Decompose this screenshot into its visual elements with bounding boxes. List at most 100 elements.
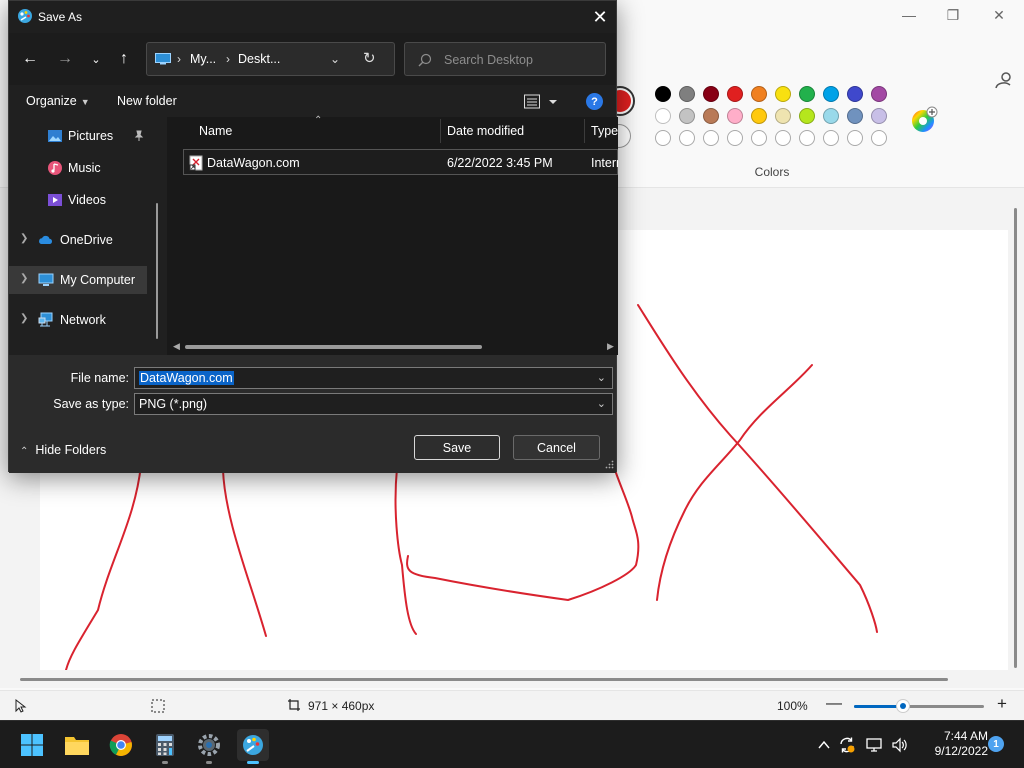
- breadcrumb-desktop[interactable]: Deskt...: [238, 52, 280, 66]
- nav-item-pictures[interactable]: Pictures: [9, 122, 147, 150]
- zoom-slider-thumb[interactable]: [896, 699, 911, 713]
- sync-icon[interactable]: [838, 736, 856, 754]
- expand-chevron-icon[interactable]: ❯: [20, 233, 28, 244]
- custom-color-slot[interactable]: [847, 130, 863, 146]
- nav-item-videos[interactable]: Videos: [9, 186, 147, 214]
- custom-color-slot[interactable]: [655, 130, 671, 146]
- horizontal-scrollbar[interactable]: [20, 678, 948, 681]
- zoom-in-button[interactable]: +: [997, 694, 1007, 714]
- nav-item-my-computer[interactable]: ❯ My Computer: [9, 266, 147, 294]
- dialog-close-button[interactable]: ✕: [584, 1, 616, 33]
- taskbar-chrome[interactable]: [105, 729, 137, 761]
- close-button[interactable]: ✕: [976, 0, 1022, 30]
- color-swatch[interactable]: [655, 108, 671, 124]
- custom-color-slot[interactable]: [703, 130, 719, 146]
- chevron-down-icon[interactable]: ⌄: [597, 397, 606, 410]
- back-arrow-icon[interactable]: ←: [18, 49, 42, 69]
- chevron-down-icon[interactable]: ⌄: [597, 371, 606, 384]
- taskbar-paint[interactable]: [237, 729, 269, 764]
- help-icon[interactable]: ?: [586, 93, 603, 110]
- color-swatch[interactable]: [775, 108, 791, 124]
- scroll-left-icon[interactable]: ◀: [173, 341, 180, 352]
- file-list-scrollbar[interactable]: [185, 345, 482, 349]
- custom-color-slot[interactable]: [775, 130, 791, 146]
- nav-item-onedrive[interactable]: ❯ OneDrive: [9, 226, 147, 254]
- taskbar-settings[interactable]: [193, 729, 225, 764]
- expand-chevron-icon[interactable]: ❯: [20, 273, 28, 284]
- file-name-field[interactable]: DataWagon.com ⌄: [134, 367, 613, 389]
- custom-color-slot[interactable]: [823, 130, 839, 146]
- refresh-icon[interactable]: ↻: [363, 49, 376, 67]
- cancel-button[interactable]: Cancel: [513, 435, 600, 460]
- nav-pane-scrollbar[interactable]: [156, 203, 158, 339]
- taskbar-file-explorer[interactable]: [61, 729, 93, 761]
- save-button[interactable]: Save: [414, 435, 500, 460]
- color-swatch[interactable]: [847, 108, 863, 124]
- up-arrow-icon[interactable]: ↑: [112, 49, 136, 69]
- search-input[interactable]: Search Desktop: [404, 42, 606, 76]
- hide-folders-button[interactable]: ⌃ Hide Folders: [20, 443, 106, 457]
- expand-chevron-icon[interactable]: ❯: [20, 313, 28, 324]
- zoom-out-button[interactable]: —: [826, 695, 842, 713]
- scroll-right-icon[interactable]: ▶: [607, 341, 614, 352]
- zoom-slider[interactable]: [854, 699, 984, 713]
- color-swatch[interactable]: [727, 108, 743, 124]
- edit-colors-icon[interactable]: [910, 106, 938, 134]
- resize-grip-icon[interactable]: [605, 460, 614, 469]
- nav-item-music[interactable]: Music: [9, 154, 147, 182]
- share-icon[interactable]: [992, 70, 1016, 92]
- custom-color-slot[interactable]: [727, 130, 743, 146]
- organize-button[interactable]: Organize ▼: [26, 94, 90, 108]
- custom-color-slot[interactable]: [871, 130, 887, 146]
- vertical-scrollbar[interactable]: [1014, 208, 1017, 668]
- custom-color-slot[interactable]: [679, 130, 695, 146]
- color-swatch[interactable]: [751, 108, 767, 124]
- nav-item-network[interactable]: ❯ Network: [9, 306, 147, 334]
- color-swatch[interactable]: [871, 108, 887, 124]
- color-swatch[interactable]: [871, 86, 887, 102]
- custom-color-slot[interactable]: [751, 130, 767, 146]
- color-swatch[interactable]: [823, 108, 839, 124]
- forward-arrow-icon[interactable]: →: [53, 49, 77, 69]
- start-button[interactable]: [16, 729, 48, 761]
- color-swatch[interactable]: [703, 86, 719, 102]
- color-swatch[interactable]: [703, 108, 719, 124]
- calculator-icon: [156, 734, 174, 756]
- restore-button[interactable]: ❐: [930, 0, 976, 30]
- taskbar-calculator[interactable]: [149, 729, 181, 764]
- color-swatch[interactable]: [727, 86, 743, 102]
- column-divider[interactable]: [440, 119, 441, 143]
- color-swatch[interactable]: [823, 86, 839, 102]
- column-divider[interactable]: [584, 119, 585, 143]
- show-hidden-icons-chevron-icon[interactable]: [815, 736, 833, 754]
- new-folder-button[interactable]: New folder: [117, 94, 177, 108]
- notification-badge[interactable]: 1: [988, 736, 1004, 752]
- color-swatch[interactable]: [751, 86, 767, 102]
- address-bar[interactable]: › My... › Deskt... ⌄ ↻: [146, 42, 395, 76]
- color-swatch[interactable]: [847, 86, 863, 102]
- address-dropdown-icon[interactable]: ⌄: [330, 52, 340, 66]
- file-row[interactable]: DataWagon.com 6/22/2022 3:45 PM Intern: [183, 149, 618, 175]
- breadcrumb-my-computer[interactable]: My...: [190, 52, 216, 66]
- search-icon: [418, 53, 432, 67]
- color-swatch[interactable]: [655, 86, 671, 102]
- color-swatch[interactable]: [799, 108, 815, 124]
- search-placeholder: Search Desktop: [444, 53, 533, 67]
- color-swatch[interactable]: [679, 108, 695, 124]
- color-swatch[interactable]: [679, 86, 695, 102]
- view-options-icon[interactable]: [524, 93, 558, 111]
- color-swatch[interactable]: [799, 86, 815, 102]
- volume-icon[interactable]: [891, 736, 909, 754]
- paint-icon: [243, 735, 263, 755]
- color-swatch[interactable]: [775, 86, 791, 102]
- recent-locations-chevron-icon[interactable]: ⌄: [84, 49, 108, 69]
- system-clock[interactable]: 7:44 AM 9/12/2022: [912, 729, 988, 759]
- column-header-type[interactable]: Type: [591, 124, 618, 152]
- minimize-button[interactable]: —: [886, 0, 932, 30]
- custom-color-slot[interactable]: [799, 130, 815, 146]
- column-header-name[interactable]: Name: [199, 124, 232, 152]
- network-icon[interactable]: [866, 736, 884, 754]
- save-as-type-select[interactable]: PNG (*.png) ⌄: [134, 393, 613, 415]
- status-bar: 971 × 460px 100% — +: [0, 690, 1024, 720]
- column-header-date-modified[interactable]: Date modified: [447, 124, 524, 152]
